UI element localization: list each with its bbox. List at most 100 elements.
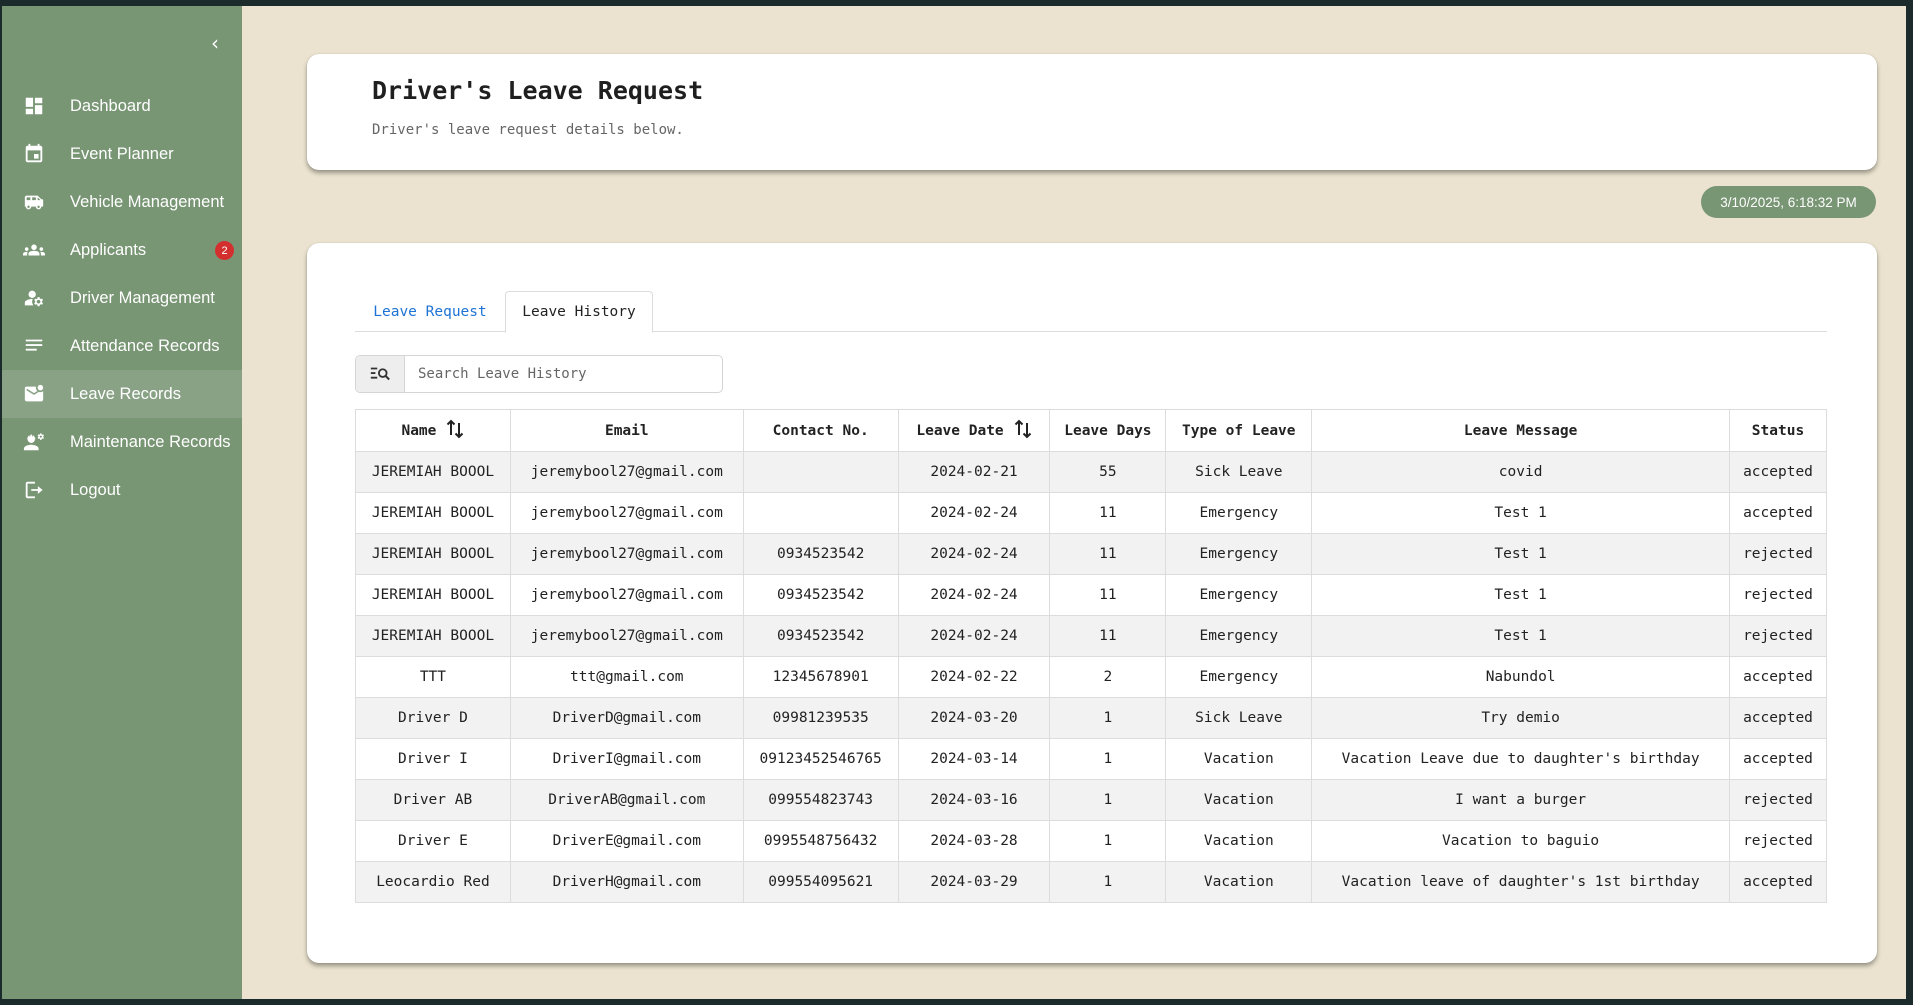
cell-type: Vacation — [1165, 779, 1313, 821]
tab-bar: Leave Request Leave History — [355, 291, 1827, 333]
search-input[interactable] — [405, 356, 722, 392]
tab-leave-history[interactable]: Leave History — [505, 291, 653, 333]
cell-leave-date: 2024-02-24 — [897, 615, 1051, 657]
cell-email: jeremybool27@gmail.com — [509, 574, 744, 616]
sidebar-item-attendance-records[interactable]: Attendance Records — [2, 322, 242, 370]
cell-contact: 099554095621 — [742, 861, 899, 903]
leave-history-card: Leave Request Leave History Name — [307, 243, 1877, 963]
cell-leave-date: 2024-02-22 — [897, 656, 1051, 698]
sidebar-item-logout[interactable]: Logout — [2, 466, 242, 514]
column-header-leave-days: Leave Days — [1049, 409, 1167, 452]
table-row[interactable]: Leocardio Red DriverH@gmail.com 0995540956… — [355, 861, 1827, 903]
cell-leave-days: 2 — [1049, 656, 1167, 698]
cell-status: accepted — [1729, 738, 1827, 780]
cell-leave-date: 2024-03-29 — [897, 861, 1051, 903]
cell-name: TTT — [355, 656, 511, 698]
cell-contact: 09123452546765 — [742, 738, 899, 780]
cell-leave-date: 2024-03-28 — [897, 820, 1051, 862]
cell-type: Emergency — [1165, 533, 1313, 575]
cell-leave-days: 1 — [1049, 820, 1167, 862]
sidebar-item-label: Applicants — [70, 240, 147, 259]
cell-status: rejected — [1729, 533, 1827, 575]
cell-leave-date: 2024-03-20 — [897, 697, 1051, 739]
table-row[interactable]: Driver AB DriverAB@gmail.com 099554823743 2… — [355, 779, 1827, 821]
cell-status: rejected — [1729, 779, 1827, 821]
sidebar-item-label: Leave Records — [70, 384, 181, 403]
cell-contact: 0995548756432 — [742, 820, 899, 862]
cell-leave-days: 55 — [1049, 451, 1167, 493]
dashboard-icon — [22, 94, 46, 118]
cell-type: Vacation — [1165, 738, 1313, 780]
cell-type: Vacation — [1165, 820, 1313, 862]
cell-name: Driver E — [355, 820, 511, 862]
cell-email: ttt@gmail.com — [509, 656, 744, 698]
cell-name: Driver D — [355, 697, 511, 739]
calendar-icon — [22, 142, 46, 166]
table-row[interactable]: Driver D DriverD@gmail.com 09981239535 2024… — [355, 697, 1827, 739]
engineering-icon — [22, 430, 46, 454]
lines-icon — [22, 334, 46, 358]
cell-message: Try demio — [1311, 697, 1730, 739]
cell-leave-days: 1 — [1049, 861, 1167, 903]
cell-status: rejected — [1729, 574, 1827, 616]
cell-type: Emergency — [1165, 656, 1313, 698]
table-row[interactable]: TTT ttt@gmail.com 12345678901 2024-02-22 2 Em… — [355, 656, 1827, 698]
sort-icon[interactable] — [1014, 419, 1032, 443]
table-row[interactable]: JEREMIAH BOOOL jeremybool27@gmail.com 2024… — [355, 451, 1827, 493]
table-row[interactable]: JEREMIAH BOOOL jeremybool27@gmail.com 0934… — [355, 533, 1827, 575]
cell-leave-days: 11 — [1049, 492, 1167, 534]
sidebar-item-maintenance-records[interactable]: Maintenance Records — [2, 418, 242, 466]
cell-email: DriverD@gmail.com — [509, 697, 744, 739]
tab-leave-request[interactable]: Leave Request — [355, 291, 505, 332]
cell-name: Driver AB — [355, 779, 511, 821]
cell-message: Vacation to baguio — [1311, 820, 1730, 862]
page-subtitle: Driver's leave request details below. — [372, 122, 684, 138]
sidebar-item-leave-records[interactable]: Leave Records — [2, 370, 242, 418]
column-header-message: Leave Message — [1311, 409, 1730, 452]
table-row[interactable]: JEREMIAH BOOOL jeremybool27@gmail.com 0934… — [355, 615, 1827, 657]
cell-leave-days: 11 — [1049, 615, 1167, 657]
cell-leave-date: 2024-02-21 — [897, 451, 1051, 493]
app-frame: ‹ Dashboard Event Planner Vehicle Manage… — [2, 6, 1906, 999]
sidebar-item-event-planner[interactable]: Event Planner — [2, 130, 242, 178]
header-card: Driver's Leave Request Driver's leave re… — [307, 54, 1877, 170]
cell-message: Vacation Leave due to daughter's birthda… — [1311, 738, 1730, 780]
sidebar-item-applicants[interactable]: Applicants 2 — [2, 226, 242, 274]
cell-type: Vacation — [1165, 861, 1313, 903]
mail-icon — [22, 382, 46, 406]
search-filter-button[interactable] — [356, 356, 405, 392]
cell-email: jeremybool27@gmail.com — [509, 492, 744, 534]
cell-type: Sick Leave — [1165, 697, 1313, 739]
logout-icon — [22, 478, 46, 502]
collapse-sidebar-button[interactable]: ‹ — [200, 28, 230, 58]
sidebar-item-vehicle-management[interactable]: Vehicle Management — [2, 178, 242, 226]
cell-name: JEREMIAH BOOOL — [355, 451, 511, 493]
table-row[interactable]: JEREMIAH BOOOL jeremybool27@gmail.com 2024… — [355, 492, 1827, 534]
column-header-type: Type of Leave — [1165, 409, 1313, 452]
table-row[interactable]: JEREMIAH BOOOL jeremybool27@gmail.com 0934… — [355, 574, 1827, 616]
cell-message: Test 1 — [1311, 492, 1730, 534]
group-icon — [22, 238, 46, 262]
cell-contact: 0934523542 — [742, 533, 899, 575]
column-header-leave-date[interactable]: Leave Date — [897, 409, 1051, 452]
table-row[interactable]: Driver E DriverE@gmail.com 0995548756432 20… — [355, 820, 1827, 862]
cell-leave-days: 1 — [1049, 738, 1167, 780]
cell-leave-days: 1 — [1049, 697, 1167, 739]
cell-contact: 0934523542 — [742, 574, 899, 616]
table-row[interactable]: Driver I DriverI@gmail.com 09123452546765 2… — [355, 738, 1827, 780]
cell-leave-days: 1 — [1049, 779, 1167, 821]
leave-history-table: Name Email Contact No. Leave Date Leave … — [355, 409, 1827, 903]
cell-email: DriverI@gmail.com — [509, 738, 744, 780]
sidebar-item-dashboard[interactable]: Dashboard — [2, 82, 242, 130]
bus-icon — [22, 190, 46, 214]
sort-icon[interactable] — [446, 419, 464, 443]
cell-leave-date: 2024-02-24 — [897, 574, 1051, 616]
cell-contact: 0934523542 — [742, 615, 899, 657]
cell-type: Emergency — [1165, 492, 1313, 534]
column-header-name[interactable]: Name — [355, 409, 511, 452]
cell-name: JEREMIAH BOOOL — [355, 615, 511, 657]
search-bar — [355, 355, 723, 393]
sidebar-item-driver-management[interactable]: Driver Management — [2, 274, 242, 322]
cell-email: DriverH@gmail.com — [509, 861, 744, 903]
sidebar-item-label: Maintenance Records — [70, 432, 231, 451]
